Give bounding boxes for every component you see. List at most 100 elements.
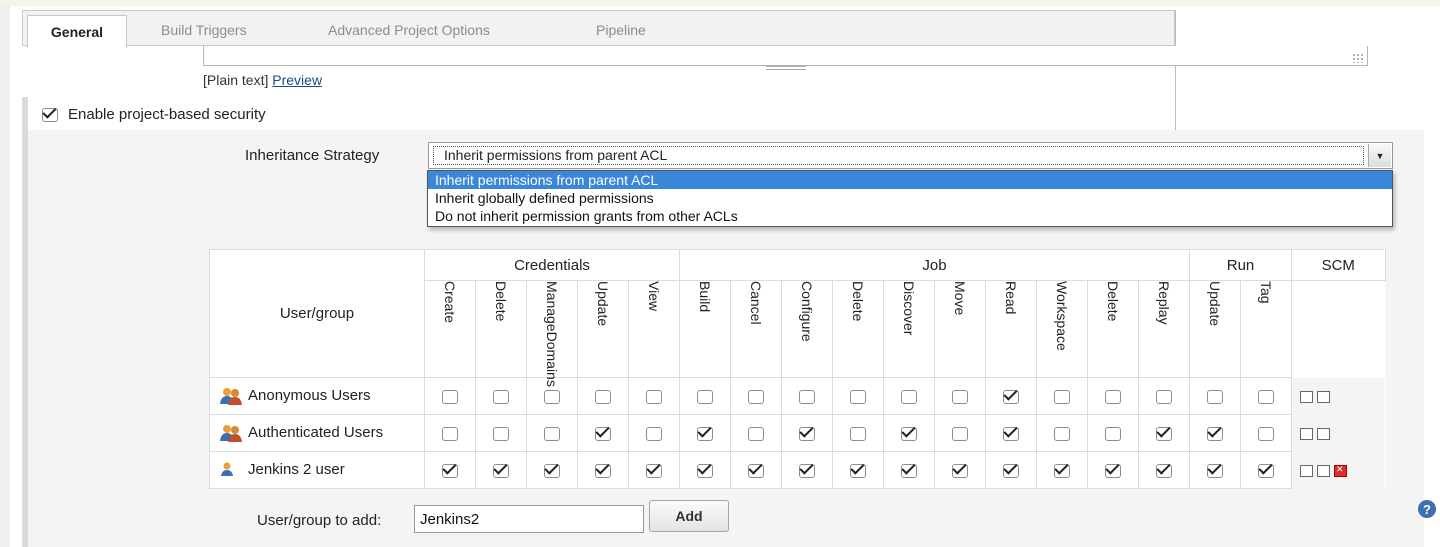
permission-cell bbox=[1036, 414, 1088, 452]
left-gutter bbox=[0, 6, 10, 547]
resize-grip-icon[interactable] bbox=[1352, 53, 1364, 63]
permission-checkbox[interactable] bbox=[1207, 389, 1223, 404]
permission-checkbox[interactable] bbox=[544, 389, 560, 404]
permission-header: Create bbox=[424, 280, 476, 378]
permission-checkbox[interactable] bbox=[1207, 463, 1223, 478]
permission-checkbox[interactable] bbox=[748, 463, 764, 478]
permission-checkbox[interactable] bbox=[1003, 463, 1019, 478]
permission-checkbox[interactable] bbox=[850, 426, 866, 441]
strategy-option[interactable]: Do not inherit permission grants from ot… bbox=[428, 207, 1392, 225]
permission-checkbox[interactable] bbox=[442, 463, 458, 478]
permission-checkbox[interactable] bbox=[901, 389, 917, 404]
permission-checkbox[interactable] bbox=[799, 389, 815, 404]
permission-checkbox[interactable] bbox=[952, 463, 968, 478]
permission-checkbox[interactable] bbox=[595, 389, 611, 404]
unselect-all-icon[interactable] bbox=[1317, 390, 1330, 403]
permission-checkbox[interactable] bbox=[952, 426, 968, 441]
permission-checkbox[interactable] bbox=[646, 463, 662, 478]
permission-header: Update bbox=[577, 280, 629, 378]
select-all-icon[interactable] bbox=[1300, 390, 1313, 403]
permission-label: Delete bbox=[1105, 281, 1121, 322]
permission-checkbox[interactable] bbox=[493, 463, 509, 478]
add-user-button[interactable]: Add bbox=[649, 500, 729, 532]
tab-pipeline[interactable]: Pipeline bbox=[596, 22, 646, 38]
unselect-all-icon[interactable] bbox=[1317, 427, 1330, 440]
permission-cell bbox=[1087, 377, 1139, 415]
permission-cell bbox=[577, 377, 629, 415]
chevron-down-icon[interactable]: ▼ bbox=[1368, 144, 1391, 167]
permission-checkbox[interactable] bbox=[850, 463, 866, 478]
permission-checkbox[interactable] bbox=[646, 426, 662, 441]
permission-cell bbox=[1138, 377, 1190, 415]
permission-checkbox[interactable] bbox=[1156, 463, 1172, 478]
unselect-all-icon[interactable] bbox=[1317, 464, 1330, 477]
permission-checkbox[interactable] bbox=[493, 426, 509, 441]
permission-checkbox[interactable] bbox=[952, 389, 968, 404]
user-name: Anonymous Users bbox=[248, 386, 371, 404]
strategy-option[interactable]: Inherit globally defined permissions bbox=[428, 189, 1392, 207]
tab-general[interactable]: General bbox=[27, 15, 127, 48]
permission-checkbox[interactable] bbox=[1156, 426, 1172, 441]
permission-cell bbox=[1189, 414, 1241, 452]
permission-checkbox[interactable] bbox=[1003, 426, 1019, 441]
permission-checkbox[interactable] bbox=[493, 389, 509, 404]
permission-checkbox[interactable] bbox=[1258, 426, 1274, 441]
permission-checkbox[interactable] bbox=[1156, 389, 1172, 404]
permission-header: Cancel bbox=[730, 280, 782, 378]
permission-checkbox[interactable] bbox=[1105, 426, 1121, 441]
tab-advanced-project-options[interactable]: Advanced Project Options bbox=[328, 22, 490, 38]
permission-cell bbox=[526, 414, 578, 452]
permission-checkbox[interactable] bbox=[901, 463, 917, 478]
add-user-input[interactable] bbox=[414, 505, 644, 533]
permission-checkbox[interactable] bbox=[1054, 463, 1070, 478]
delete-icon[interactable] bbox=[1334, 464, 1347, 477]
select-all-icon[interactable] bbox=[1300, 464, 1313, 477]
permission-checkbox[interactable] bbox=[748, 426, 764, 441]
permission-cell bbox=[934, 451, 986, 489]
permission-header: Configure bbox=[781, 280, 833, 378]
permission-cell bbox=[475, 414, 527, 452]
permission-checkbox[interactable] bbox=[697, 389, 713, 404]
inheritance-strategy-select[interactable]: Inherit permissions from parent ACL ▼ bbox=[428, 142, 1393, 169]
permission-checkbox[interactable] bbox=[697, 463, 713, 478]
permission-checkbox[interactable] bbox=[1054, 426, 1070, 441]
table-row: Authenticated Users bbox=[209, 414, 1386, 452]
permission-checkbox[interactable] bbox=[1003, 389, 1019, 404]
permission-checkbox[interactable] bbox=[1207, 426, 1223, 441]
permission-checkbox[interactable] bbox=[1258, 463, 1274, 478]
preview-link[interactable]: Preview bbox=[272, 72, 322, 88]
select-all-icon[interactable] bbox=[1300, 427, 1313, 440]
permission-checkbox[interactable] bbox=[799, 426, 815, 441]
permission-checkbox[interactable] bbox=[646, 389, 662, 404]
permission-cell bbox=[730, 414, 782, 452]
tab-build-triggers[interactable]: Build Triggers bbox=[161, 22, 247, 38]
description-format: [Plain text] Preview bbox=[203, 72, 322, 88]
permission-checkbox[interactable] bbox=[901, 426, 917, 441]
description-textarea[interactable] bbox=[203, 46, 1368, 66]
permission-checkbox[interactable] bbox=[595, 463, 611, 478]
permission-cell bbox=[577, 414, 629, 452]
permission-checkbox[interactable] bbox=[442, 389, 458, 404]
permission-checkbox[interactable] bbox=[544, 463, 560, 478]
permission-cell bbox=[1087, 414, 1139, 452]
permission-label: Delete bbox=[850, 281, 866, 322]
permission-checkbox[interactable] bbox=[1105, 389, 1121, 404]
permission-checkbox[interactable] bbox=[850, 389, 866, 404]
permission-checkbox[interactable] bbox=[748, 389, 764, 404]
permission-checkbox[interactable] bbox=[544, 426, 560, 441]
permission-checkbox[interactable] bbox=[1054, 389, 1070, 404]
permission-checkbox[interactable] bbox=[1258, 389, 1274, 404]
permission-cell bbox=[475, 377, 527, 415]
permission-cell bbox=[832, 377, 884, 415]
textarea-splitter[interactable] bbox=[766, 66, 806, 70]
enable-security-checkbox[interactable] bbox=[42, 107, 58, 122]
permission-cell bbox=[679, 451, 731, 489]
permission-checkbox[interactable] bbox=[595, 426, 611, 441]
permission-checkbox[interactable] bbox=[1105, 463, 1121, 478]
user-name-cell: Jenkins 2 user bbox=[209, 451, 425, 489]
permission-checkbox[interactable] bbox=[697, 426, 713, 441]
strategy-option[interactable]: Inherit permissions from parent ACL bbox=[428, 171, 1392, 189]
help-icon[interactable]: ? bbox=[1418, 500, 1436, 518]
permission-checkbox[interactable] bbox=[442, 426, 458, 441]
permission-checkbox[interactable] bbox=[799, 463, 815, 478]
